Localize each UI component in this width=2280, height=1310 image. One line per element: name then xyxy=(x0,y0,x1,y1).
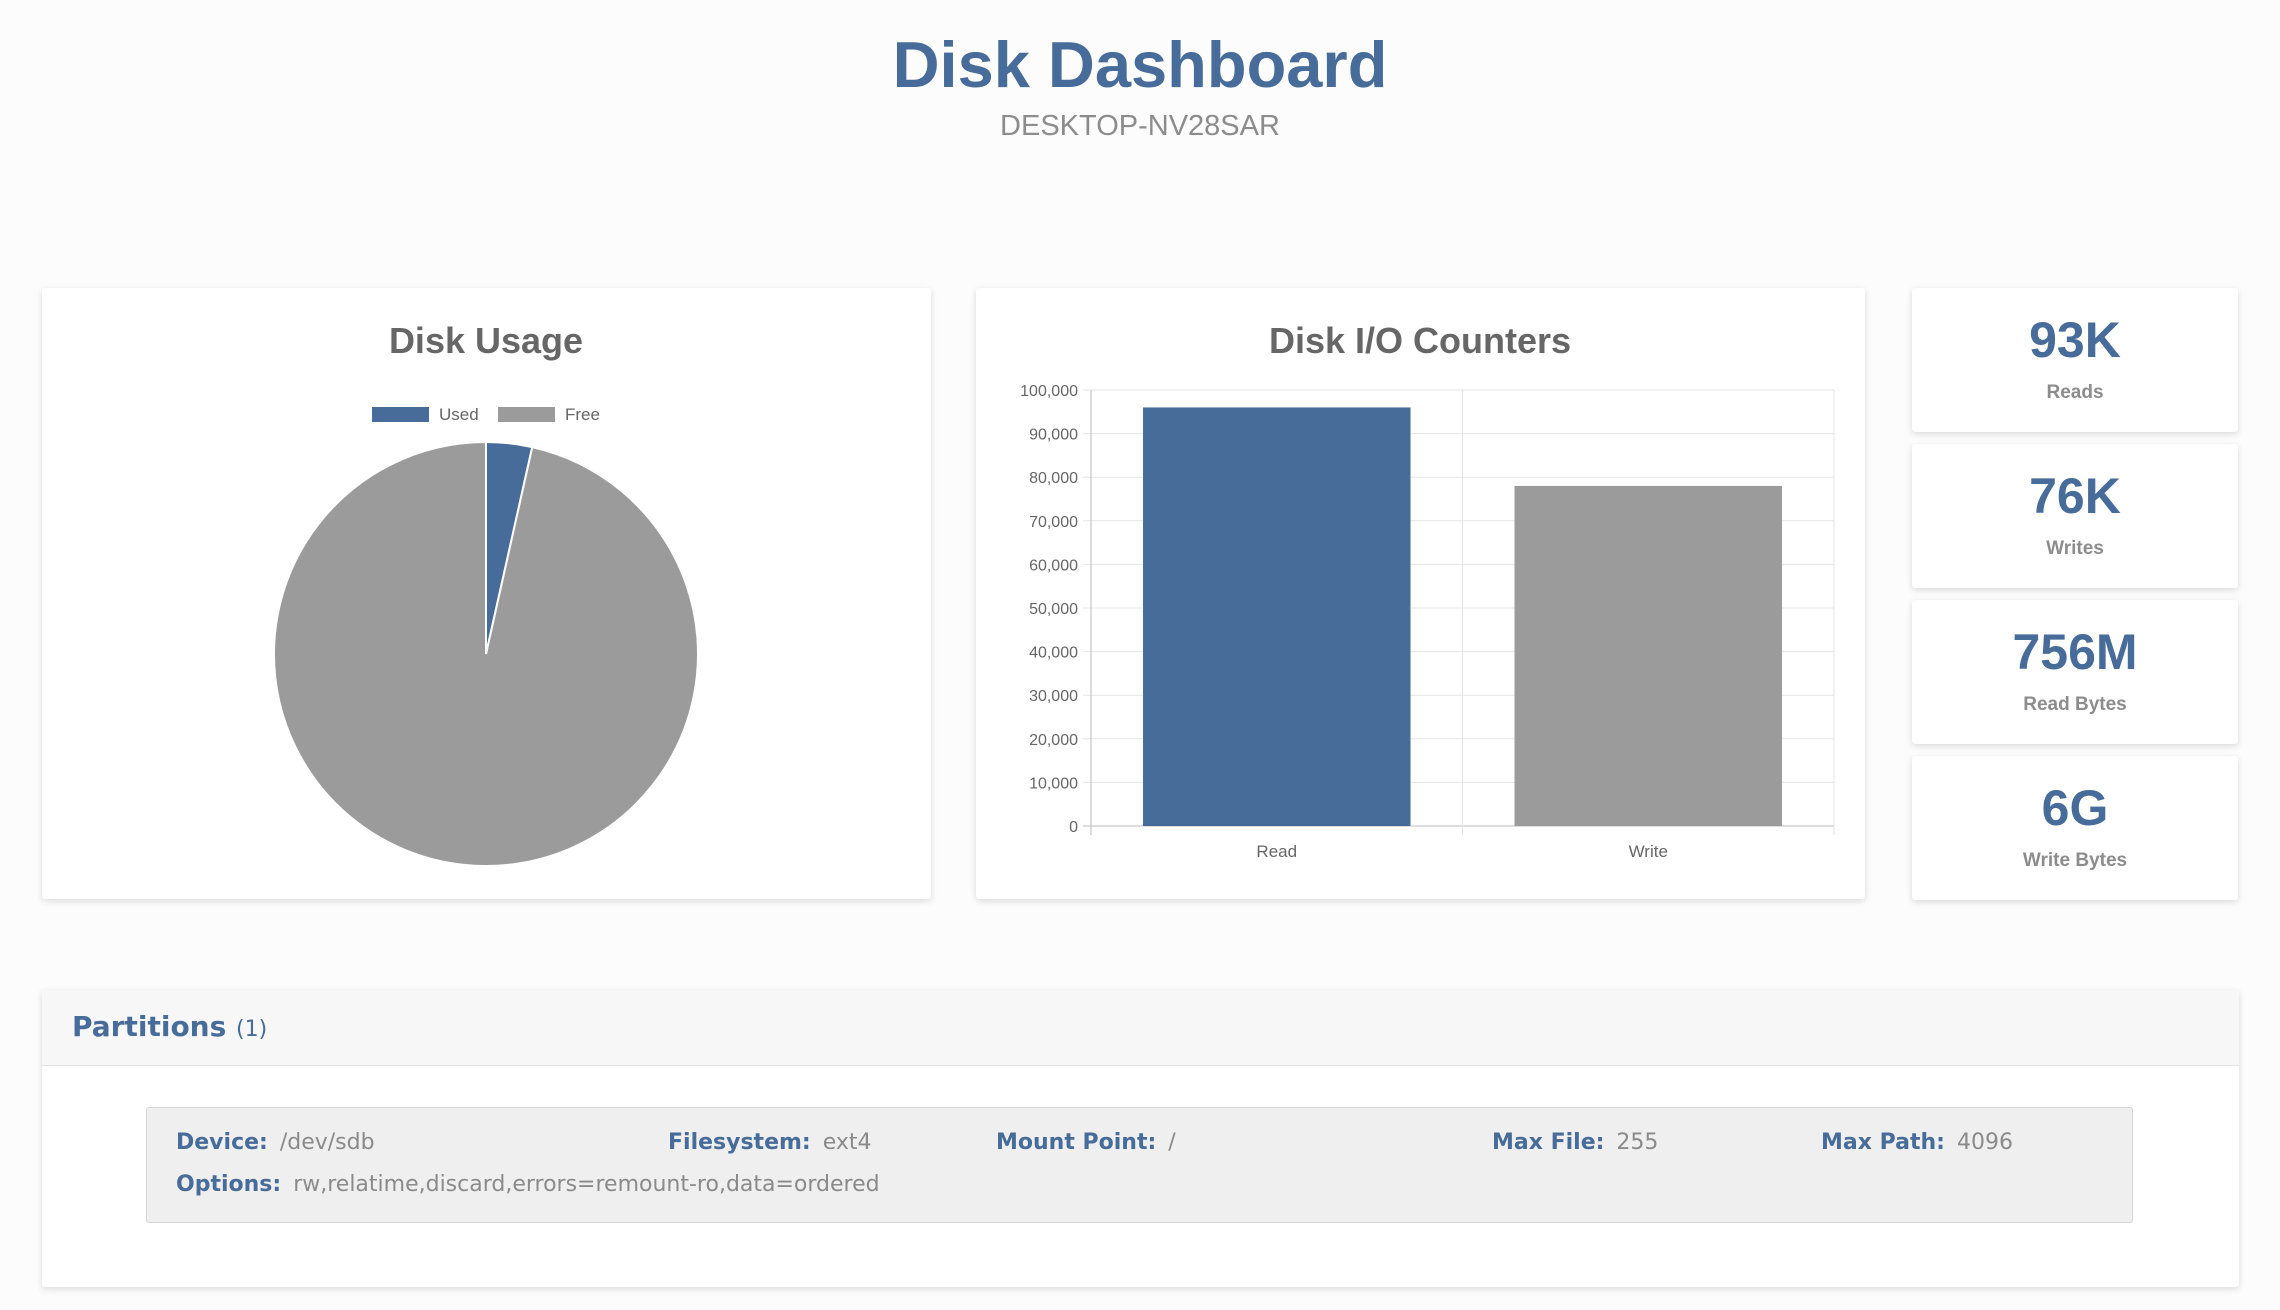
max-path-field: Max Path: 4096 xyxy=(1821,1130,2013,1155)
stat-label: Read Bytes xyxy=(2023,694,2127,715)
max-file-label: Max File: xyxy=(1492,1130,1605,1155)
page-title: Disk Dashboard xyxy=(892,28,1388,101)
legend-swatch xyxy=(498,407,555,422)
options-value: rw,relatime,discard,errors=remount-ro,da… xyxy=(293,1172,880,1197)
device-label: Device: xyxy=(176,1130,268,1155)
stat-card-read-bytes: 756M Read Bytes xyxy=(1912,600,2238,744)
mount-point-label: Mount Point: xyxy=(996,1130,1157,1155)
y-tick-label: 90,000 xyxy=(1029,427,1078,444)
filesystem-label: Filesystem: xyxy=(668,1130,811,1155)
stat-value: 93K xyxy=(2029,312,2121,368)
pie-slice-free xyxy=(273,440,699,867)
y-tick-label: 0 xyxy=(1069,819,1078,836)
device-value: /dev/sdb xyxy=(279,1130,375,1155)
mount-point-field: Mount Point: / xyxy=(996,1130,1176,1155)
disk-usage-chart: Disk Usage Used Free xyxy=(273,320,699,867)
partition-row: Device: /dev/sdb Filesystem: ext4 Mount Po… xyxy=(146,1107,2133,1223)
y-tick-label: 50,000 xyxy=(1029,601,1078,618)
stat-value: 756M xyxy=(2012,624,2138,680)
stat-card-write-bytes: 6G Write Bytes xyxy=(1912,756,2238,900)
max-file-value: 255 xyxy=(1616,1130,1659,1155)
filesystem-value: ext4 xyxy=(822,1130,872,1155)
y-tick-label: 30,000 xyxy=(1029,688,1078,705)
y-tick-label: 70,000 xyxy=(1029,514,1078,531)
max-file-field: Max File: 255 xyxy=(1492,1130,1658,1155)
stat-label: Writes xyxy=(2046,538,2104,559)
x-tick-label: Read xyxy=(1256,842,1297,861)
max-path-label: Max Path: xyxy=(1821,1130,1945,1155)
x-tick-label: Write xyxy=(1629,842,1668,861)
legend-label: Free xyxy=(565,405,600,424)
bar-write xyxy=(1514,485,1782,826)
stat-card-reads: 93K Reads xyxy=(1912,288,2238,432)
partitions-count: (1) xyxy=(236,1017,268,1042)
partitions-title: Partitions (1) xyxy=(72,1010,267,1043)
chart-title: Disk Usage xyxy=(389,320,583,361)
stat-card-writes: 76K Writes xyxy=(1912,444,2238,588)
hostname: DESKTOP-NV28SAR xyxy=(1000,110,1280,142)
stat-value: 6G xyxy=(2041,780,2109,836)
legend-label: Used xyxy=(439,405,479,424)
mount-point-value: / xyxy=(1168,1130,1176,1155)
options-field: Options: rw,relatime,discard,errors=remou… xyxy=(176,1172,880,1197)
y-tick-label: 100,000 xyxy=(1020,383,1078,400)
stat-label: Reads xyxy=(2046,382,2104,403)
disk-usage-card: Disk Usage Used Free xyxy=(42,288,931,899)
partitions-title-text: Partitions xyxy=(72,1010,227,1043)
partitions-panel: Partitions (1) Device: /dev/sdb Filesyste… xyxy=(42,990,2239,1287)
legend-swatch xyxy=(372,407,429,422)
options-label: Options: xyxy=(176,1172,282,1197)
device-field: Device: /dev/sdb xyxy=(176,1130,375,1155)
y-tick-label: 20,000 xyxy=(1029,732,1078,749)
filesystem-field: Filesystem: ext4 xyxy=(668,1130,872,1155)
y-tick-label: 40,000 xyxy=(1029,645,1078,662)
stat-value: 76K xyxy=(2029,468,2121,524)
partitions-header: Partitions (1) xyxy=(42,990,2239,1066)
disk-io-chart: Disk I/O Counters 0 10,000 20,000 30,000 40,0… xyxy=(1020,320,1835,861)
chart-title: Disk I/O Counters xyxy=(1269,320,1571,361)
stat-label: Write Bytes xyxy=(2022,850,2128,871)
disk-io-card: Disk I/O Counters 0 10,000 20,000 30,000 40,0… xyxy=(976,288,1865,899)
bar-read xyxy=(1143,407,1411,826)
y-tick-label: 10,000 xyxy=(1029,775,1078,792)
y-tick-label: 60,000 xyxy=(1029,557,1078,574)
max-path-value: 4096 xyxy=(1956,1130,2013,1155)
y-tick-label: 80,000 xyxy=(1029,470,1078,487)
